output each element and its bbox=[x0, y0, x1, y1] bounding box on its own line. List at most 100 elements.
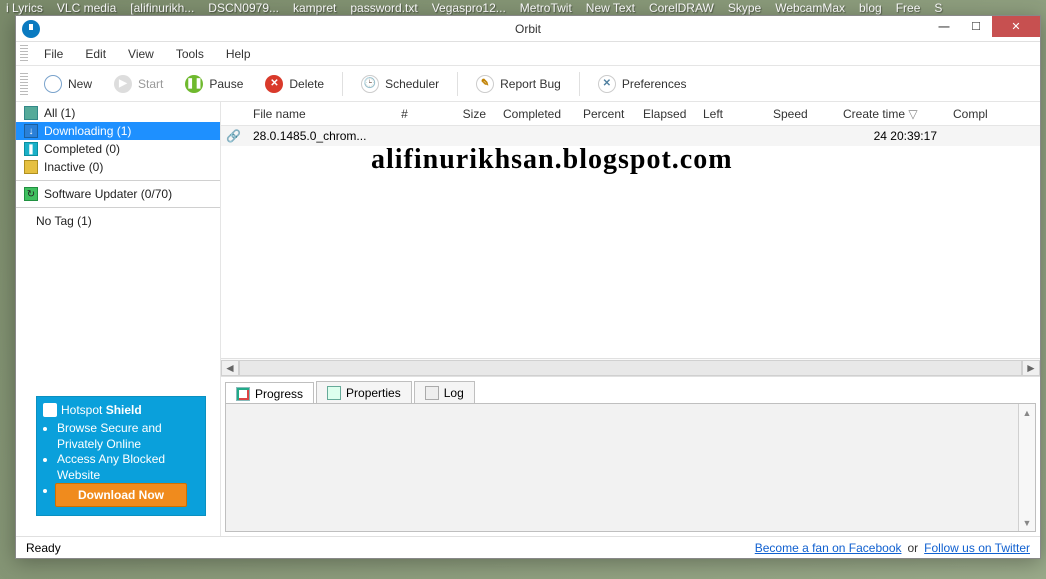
delete-button[interactable]: ✕Delete bbox=[257, 71, 332, 97]
menu-help[interactable]: Help bbox=[216, 44, 261, 64]
col-percent[interactable]: Percent bbox=[575, 107, 635, 121]
menu-edit[interactable]: Edit bbox=[75, 44, 116, 64]
taskbar-item[interactable]: MetroTwit bbox=[520, 1, 572, 15]
scroll-up-icon[interactable]: ▲ bbox=[1019, 404, 1035, 421]
close-button[interactable] bbox=[992, 16, 1040, 37]
ad-title: Hotspot Shield bbox=[43, 403, 199, 417]
col-completed[interactable]: Completed bbox=[495, 107, 575, 121]
toolbar-separator bbox=[457, 72, 458, 96]
taskbar-item[interactable]: Skype bbox=[728, 1, 761, 15]
col-filename[interactable]: File name bbox=[245, 107, 385, 121]
sidebar-item-label: Software Updater (0/70) bbox=[44, 187, 172, 201]
sidebar-item-inactive[interactable]: Inactive (0) bbox=[16, 158, 220, 176]
watermark: alifinurikhsan.blogspot.com bbox=[371, 144, 1020, 176]
sort-desc-icon: ▽ bbox=[908, 107, 917, 121]
preferences-button[interactable]: ✕Preferences bbox=[590, 71, 695, 97]
taskbar-item[interactable]: VLC media bbox=[57, 1, 116, 15]
taskbar-item[interactable]: Vegaspro12... bbox=[432, 1, 506, 15]
preferences-label: Preferences bbox=[622, 77, 687, 91]
col-elapsed[interactable]: Elapsed bbox=[635, 107, 695, 121]
report-button[interactable]: ✎Report Bug bbox=[468, 71, 569, 97]
cell-filename: 28.0.1485.0_chrom... bbox=[245, 129, 385, 143]
maximize-button[interactable] bbox=[960, 16, 992, 37]
scheduler-button[interactable]: 🕒 Scheduler bbox=[353, 71, 447, 97]
inactive-icon bbox=[24, 160, 38, 174]
new-button[interactable]: New bbox=[36, 71, 100, 97]
toolbar: New ▶Start ❚❚Pause ✕Delete 🕒 Scheduler ✎R… bbox=[16, 66, 1040, 102]
taskbar-item[interactable]: kampret bbox=[293, 1, 336, 15]
menubar: File Edit View Tools Help bbox=[16, 42, 1040, 66]
sidebar: All (1) ↓Downloading (1) ❚Completed (0) … bbox=[16, 102, 221, 536]
twitter-link[interactable]: Follow us on Twitter bbox=[924, 541, 1030, 555]
menu-file[interactable]: File bbox=[34, 44, 73, 64]
delete-label: Delete bbox=[289, 77, 324, 91]
col-size[interactable]: Size bbox=[425, 107, 495, 121]
sidebar-item-all[interactable]: All (1) bbox=[16, 104, 220, 122]
taskbar-item[interactable]: i Lyrics bbox=[6, 1, 43, 15]
start-button[interactable]: ▶Start bbox=[106, 71, 171, 97]
taskbar-item[interactable]: [alifinurikh... bbox=[130, 1, 194, 15]
minimize-button[interactable] bbox=[928, 16, 960, 37]
taskbar-item[interactable]: Free bbox=[896, 1, 921, 15]
taskbar-item[interactable]: CorelDRAW bbox=[649, 1, 714, 15]
tab-label: Progress bbox=[255, 387, 303, 401]
orbit-window: Orbit File Edit View Tools Help New ▶Sta… bbox=[15, 15, 1041, 559]
facebook-link[interactable]: Become a fan on Facebook bbox=[755, 541, 902, 555]
clock-icon: 🕒 bbox=[361, 75, 379, 93]
body: All (1) ↓Downloading (1) ❚Completed (0) … bbox=[16, 102, 1040, 536]
scroll-left-icon[interactable]: ◄ bbox=[221, 360, 239, 376]
sidebar-item-label: Completed (0) bbox=[44, 142, 120, 156]
table-row[interactable]: 🔗 28.0.1485.0_chrom... 24 20:39:17 bbox=[221, 126, 1040, 146]
sidebar-item-updater[interactable]: ↻Software Updater (0/70) bbox=[16, 185, 220, 203]
tab-progress[interactable]: Progress bbox=[225, 382, 314, 404]
sidebar-item-label: All (1) bbox=[44, 106, 75, 120]
pause-icon: ❚❚ bbox=[185, 75, 203, 93]
ad-hotspot-shield[interactable]: Hotspot Shield Browse Secure and Private… bbox=[36, 396, 206, 516]
menubar-gripper[interactable] bbox=[20, 45, 28, 63]
vertical-scrollbar[interactable]: ▲ ▼ bbox=[1018, 404, 1035, 531]
taskbar-item[interactable]: blog bbox=[859, 1, 882, 15]
check-icon: ❚ bbox=[24, 142, 38, 156]
status-text: Ready bbox=[26, 541, 755, 555]
scroll-track[interactable] bbox=[239, 360, 1022, 376]
horizontal-scrollbar[interactable]: ◄ ► bbox=[221, 358, 1040, 376]
taskbar-item[interactable]: password.txt bbox=[350, 1, 417, 15]
scroll-right-icon[interactable]: ► bbox=[1022, 360, 1040, 376]
sidebar-item-completed[interactable]: ❚ Completed (0) bbox=[16, 140, 220, 158]
grid-header: File name # Size Completed Percent Elaps… bbox=[221, 102, 1040, 126]
titlebar[interactable]: Orbit bbox=[16, 16, 1040, 42]
report-label: Report Bug bbox=[500, 77, 561, 91]
menu-tools[interactable]: Tools bbox=[166, 44, 214, 64]
pause-button[interactable]: ❚❚Pause bbox=[177, 71, 251, 97]
scheduler-label: Scheduler bbox=[385, 77, 439, 91]
tab-label: Properties bbox=[346, 386, 401, 400]
menu-view[interactable]: View bbox=[118, 44, 164, 64]
col-left[interactable]: Left bbox=[695, 107, 765, 121]
row-icon: 🔗 bbox=[221, 129, 245, 143]
ad-download-button[interactable]: Download Now bbox=[55, 483, 187, 507]
taskbar-item[interactable]: DSCN0979... bbox=[208, 1, 279, 15]
sidebar-item-notag[interactable]: No Tag (1) bbox=[16, 212, 220, 230]
taskbar-item[interactable]: S bbox=[934, 1, 942, 15]
desktop: i Lyrics VLC media [alifinurikh... DSCN0… bbox=[0, 0, 1046, 579]
toolbar-gripper[interactable] bbox=[20, 73, 28, 95]
grid-body[interactable]: 🔗 28.0.1485.0_chrom... 24 20:39:17 alifi… bbox=[221, 126, 1040, 358]
col-hash[interactable]: # bbox=[385, 107, 425, 121]
col-create[interactable]: Create time ▽ bbox=[835, 107, 945, 121]
log-icon bbox=[425, 386, 439, 400]
shield-icon bbox=[43, 403, 57, 417]
main: File name # Size Completed Percent Elaps… bbox=[221, 102, 1040, 536]
col-compl[interactable]: Compl bbox=[945, 107, 1040, 121]
new-icon bbox=[44, 75, 62, 93]
tab-log[interactable]: Log bbox=[414, 381, 475, 403]
toolbar-separator bbox=[342, 72, 343, 96]
window-title: Orbit bbox=[16, 22, 1040, 36]
sidebar-item-downloading[interactable]: ↓Downloading (1) bbox=[16, 122, 220, 140]
tab-properties[interactable]: Properties bbox=[316, 381, 412, 403]
taskbar-item[interactable]: WebcamMax bbox=[775, 1, 845, 15]
new-label: New bbox=[68, 77, 92, 91]
taskbar-item[interactable]: New Text bbox=[586, 1, 635, 15]
detail-panel: Progress Properties Log ▲ ▼ bbox=[221, 376, 1040, 536]
col-speed[interactable]: Speed bbox=[765, 107, 835, 121]
scroll-down-icon[interactable]: ▼ bbox=[1019, 514, 1035, 531]
